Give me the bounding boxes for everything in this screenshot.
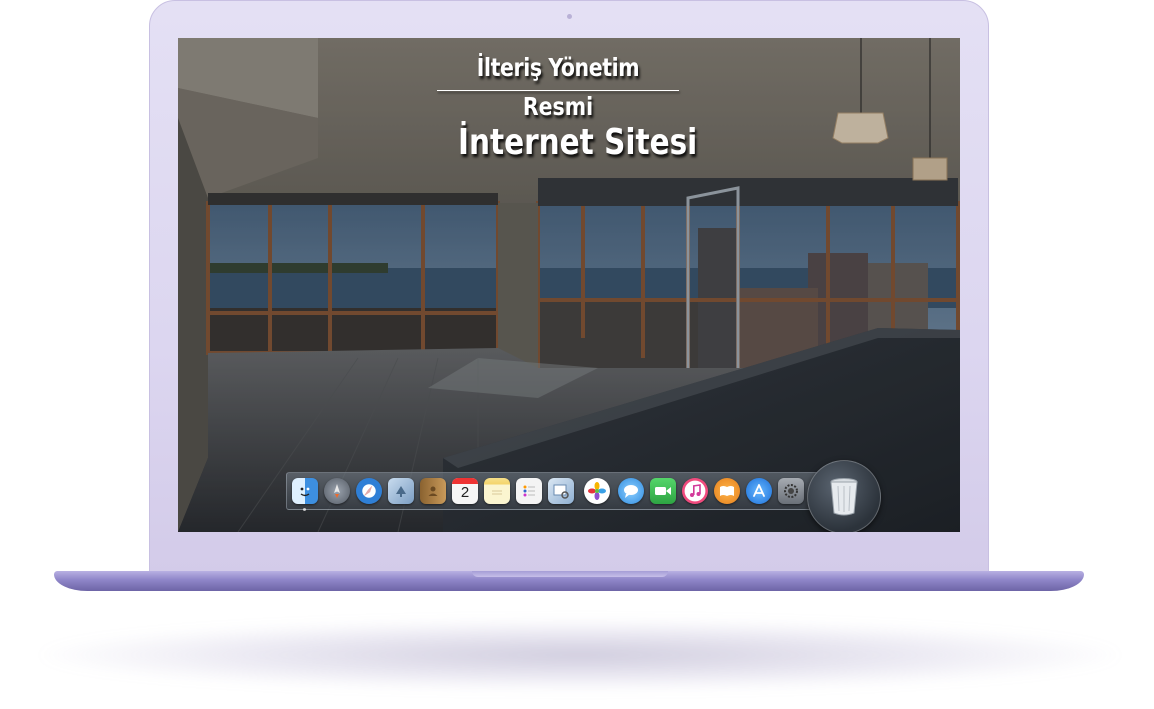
messages-icon[interactable]: [618, 478, 644, 504]
contacts-icon[interactable]: [420, 478, 446, 504]
safari-icon[interactable]: [356, 478, 382, 504]
mail-icon[interactable]: [388, 478, 414, 504]
system-preferences-icon[interactable]: [778, 478, 804, 504]
camera-dot: [567, 14, 572, 19]
laptop-shadow: [40, 620, 1120, 690]
site-title-line-2: Resmi: [522, 92, 594, 121]
photos-icon[interactable]: [584, 478, 610, 504]
site-title-line-3: İnternet Sitesi: [457, 122, 698, 163]
preview-icon[interactable]: [548, 478, 574, 504]
launchpad-icon[interactable]: [324, 478, 350, 504]
calendar-day-label: 2: [460, 484, 470, 501]
site-title-block: İlteriş Yönetim Resmi İnternet Sitesi: [436, 51, 698, 165]
ibooks-icon[interactable]: [714, 478, 740, 504]
laptop-screen: İlteriş Yönetim Resmi İnternet Sitesi 2: [178, 38, 960, 532]
trash-icon[interactable]: [807, 460, 881, 532]
laptop-mockup: İlteriş Yönetim Resmi İnternet Sitesi 2: [0, 0, 1154, 709]
calendar-icon[interactable]: 2: [452, 478, 478, 504]
notes-icon[interactable]: [484, 478, 510, 504]
site-title-line-1: İlteriş Yönetim: [476, 53, 640, 82]
app-store-icon[interactable]: [746, 478, 772, 504]
finder-running-indicator: [303, 508, 306, 511]
laptop-base-notch: [472, 571, 668, 577]
reminders-icon[interactable]: [516, 478, 542, 504]
finder-icon[interactable]: [292, 478, 318, 504]
itunes-icon[interactable]: [682, 478, 708, 504]
facetime-icon[interactable]: [650, 478, 676, 504]
